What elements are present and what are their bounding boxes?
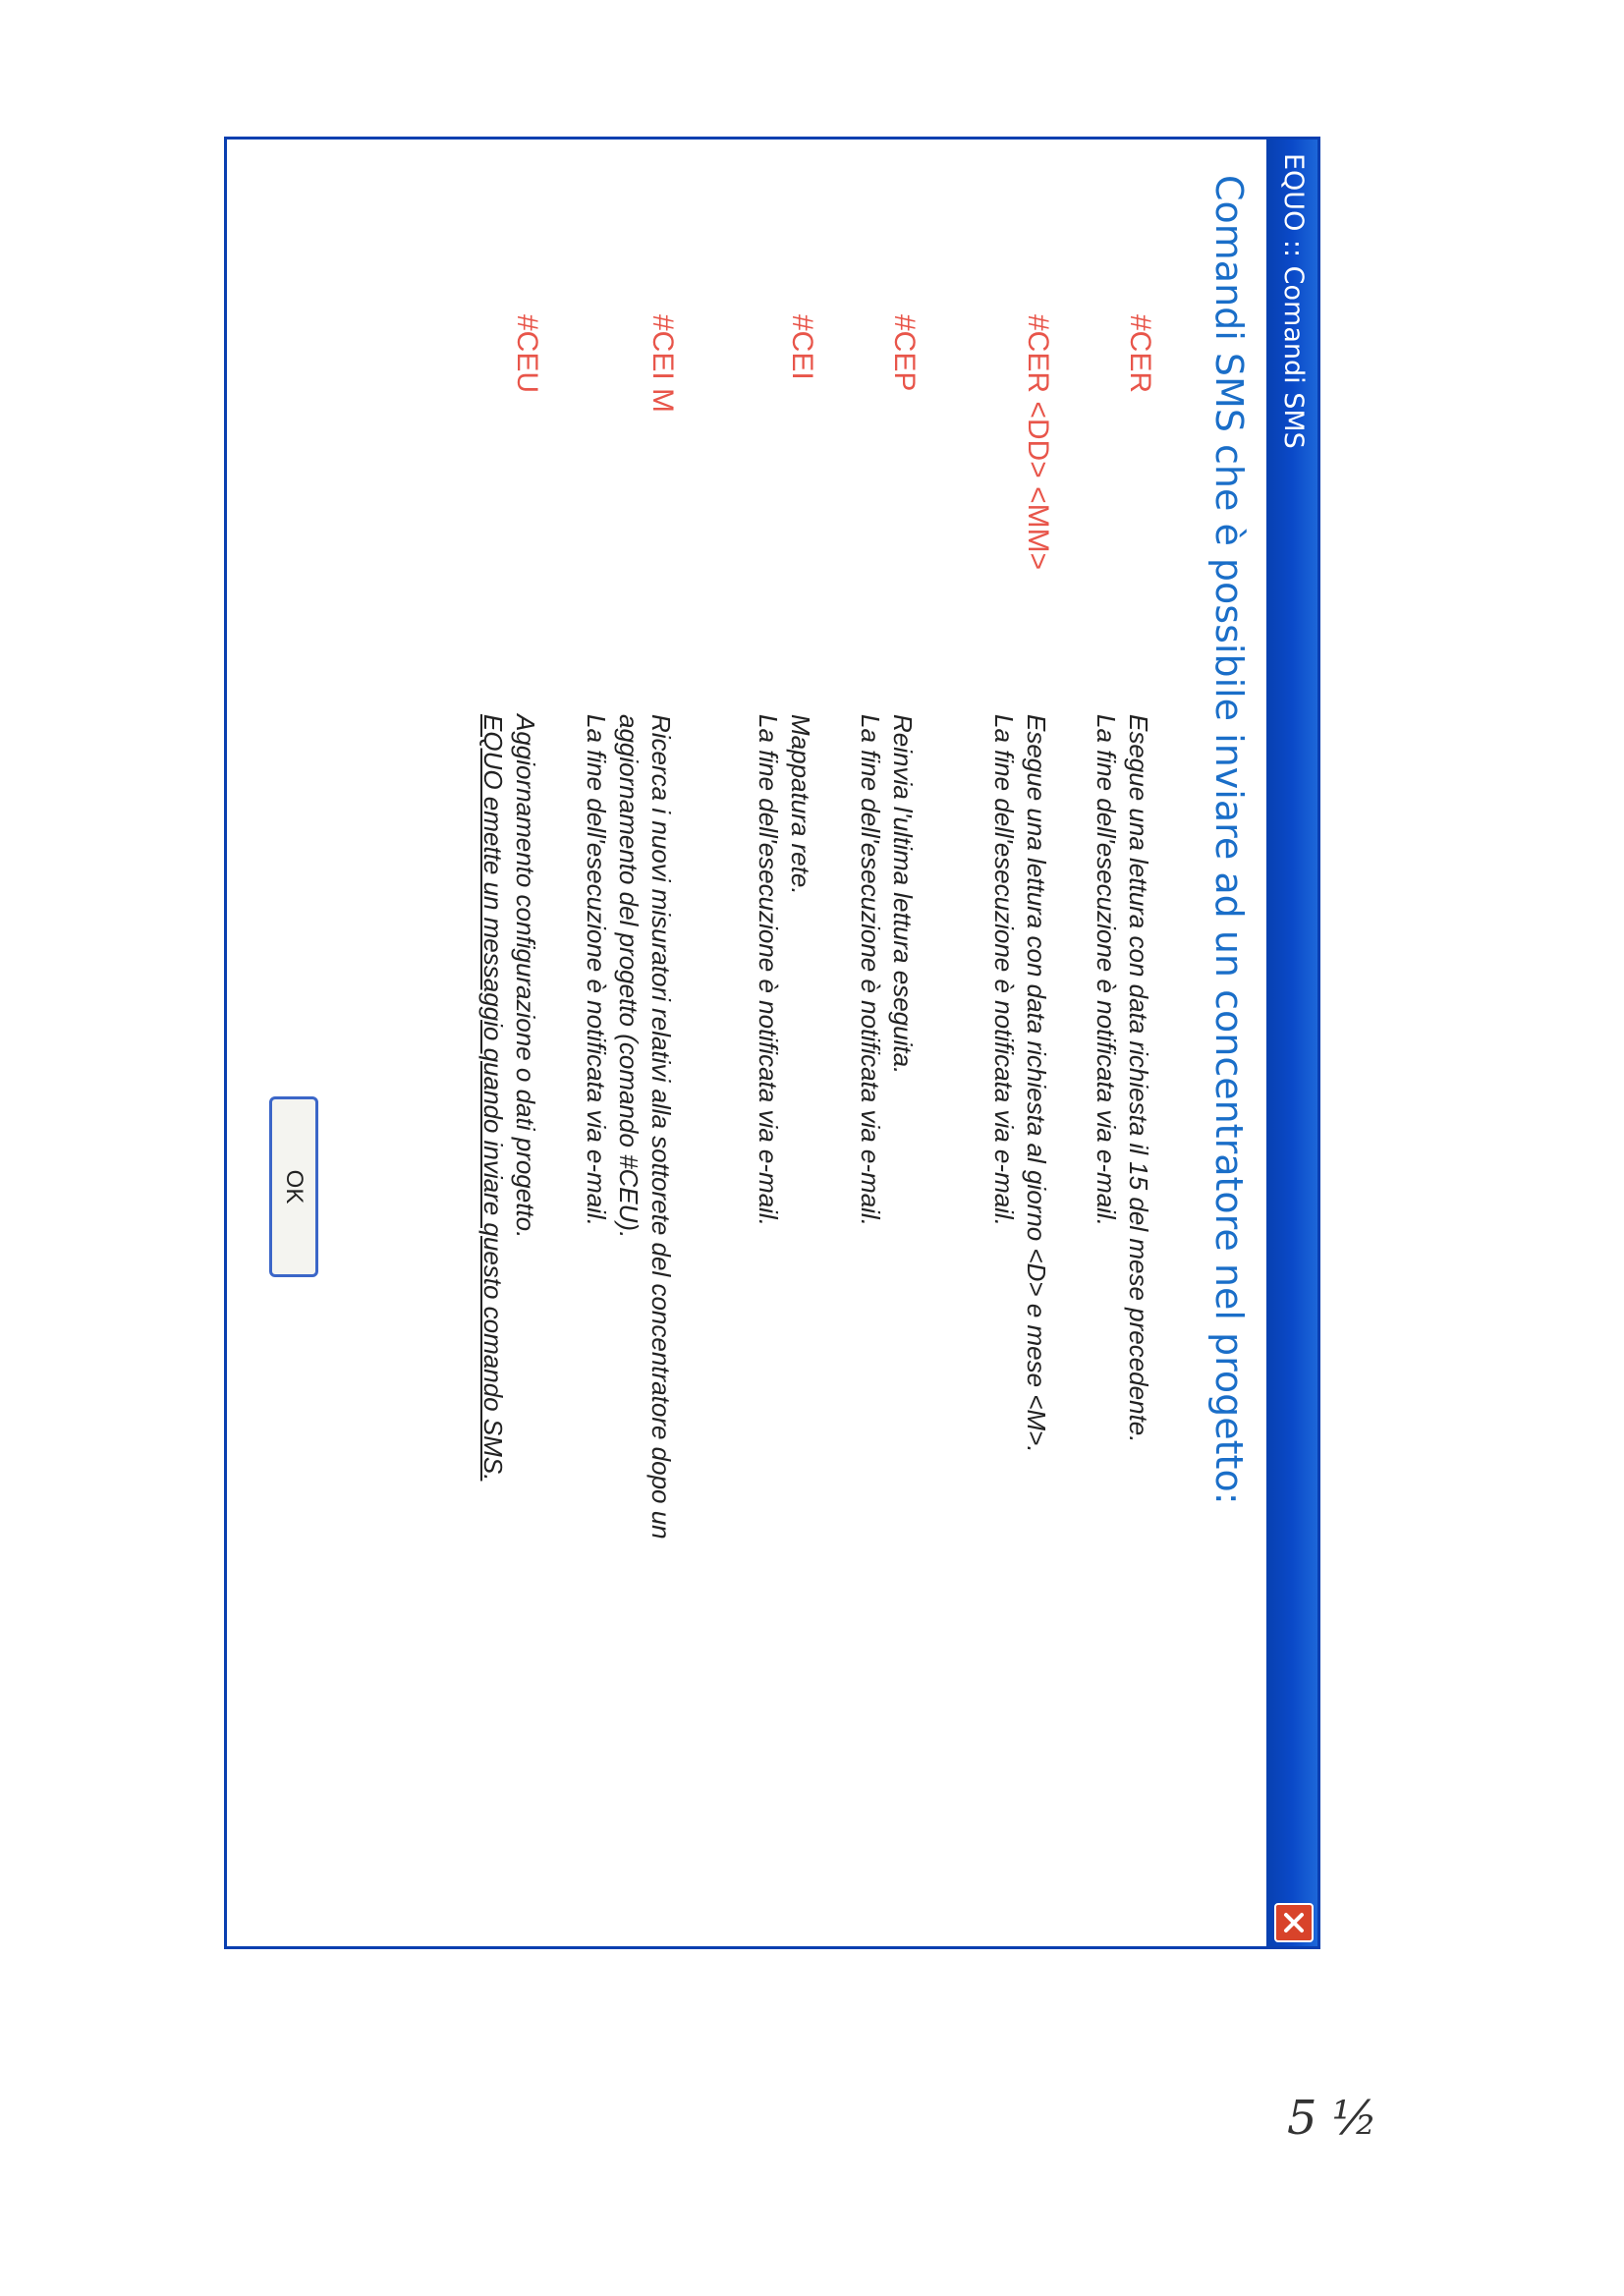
handwritten-page-number: 5 ½ xyxy=(1287,2091,1378,2146)
command-code: #CEU xyxy=(511,314,543,394)
command-code: #CEI M xyxy=(646,314,679,414)
description-line: La fine dell'esecuzione è notificata via… xyxy=(1092,714,1121,1226)
command-description: Esegue una lettura con data richiesta al… xyxy=(987,714,1052,1907)
command-code: #CER xyxy=(1124,314,1156,394)
description-line: Esegue una lettura con data richiesta il… xyxy=(1124,714,1153,1443)
description-line: Esegue una lettura con data richiesta al… xyxy=(1022,714,1051,1453)
description-line: Ricerca i nuovi misuratori relativi alla… xyxy=(646,714,676,1540)
sms-commands-dialog: EQUO :: Comandi SMS Comandi SMS che è po… xyxy=(224,137,1320,1949)
dialog-content: Comandi SMS che è possibile inviare ad u… xyxy=(227,140,1266,1946)
command-description: Aggiornamento configurazione o dati prog… xyxy=(476,714,541,1907)
command-code: #CEI xyxy=(786,314,818,380)
command-description: Mappatura rete. La fine dell'esecuzione … xyxy=(752,714,816,1907)
description-line: La fine dell'esecuzione è notificata via… xyxy=(754,714,783,1226)
title-bar: EQUO :: Comandi SMS xyxy=(1266,140,1317,1946)
description-line: Aggiornamento configurazione o dati prog… xyxy=(511,714,540,1239)
command-description: Ricerca i nuovi misuratori relativi alla… xyxy=(580,714,677,1907)
command-description: Esegue una lettura con data richiesta il… xyxy=(1090,714,1154,1907)
close-icon xyxy=(1284,1913,1304,1932)
dialog-heading: Comandi SMS che è possibile inviare ad u… xyxy=(1207,175,1251,1505)
description-line: La fine dell'esecuzione è notificata via… xyxy=(582,714,611,1226)
description-line: Mappatura rete. xyxy=(786,714,815,895)
description-line: La fine dell'esecuzione è notificata via… xyxy=(856,714,885,1226)
command-code: #CEP xyxy=(888,314,921,392)
description-line: EQUO emette un messaggio quando inviare … xyxy=(478,714,508,1482)
description-line: La fine dell'esecuzione è notificata via… xyxy=(989,714,1019,1226)
window-title: EQUO :: Comandi SMS xyxy=(1278,153,1309,449)
command-code: #CER <DD> <MM> xyxy=(1022,314,1054,571)
close-button[interactable] xyxy=(1274,1903,1314,1942)
description-line: Reinvia l'ultima lettura eseguita. xyxy=(888,714,918,1075)
command-description: Reinvia l'ultima lettura eseguita. La fi… xyxy=(854,714,919,1907)
description-line: aggiornamento del progetto (comando #CEU… xyxy=(614,714,644,1239)
ok-button[interactable]: OK xyxy=(269,1096,318,1277)
